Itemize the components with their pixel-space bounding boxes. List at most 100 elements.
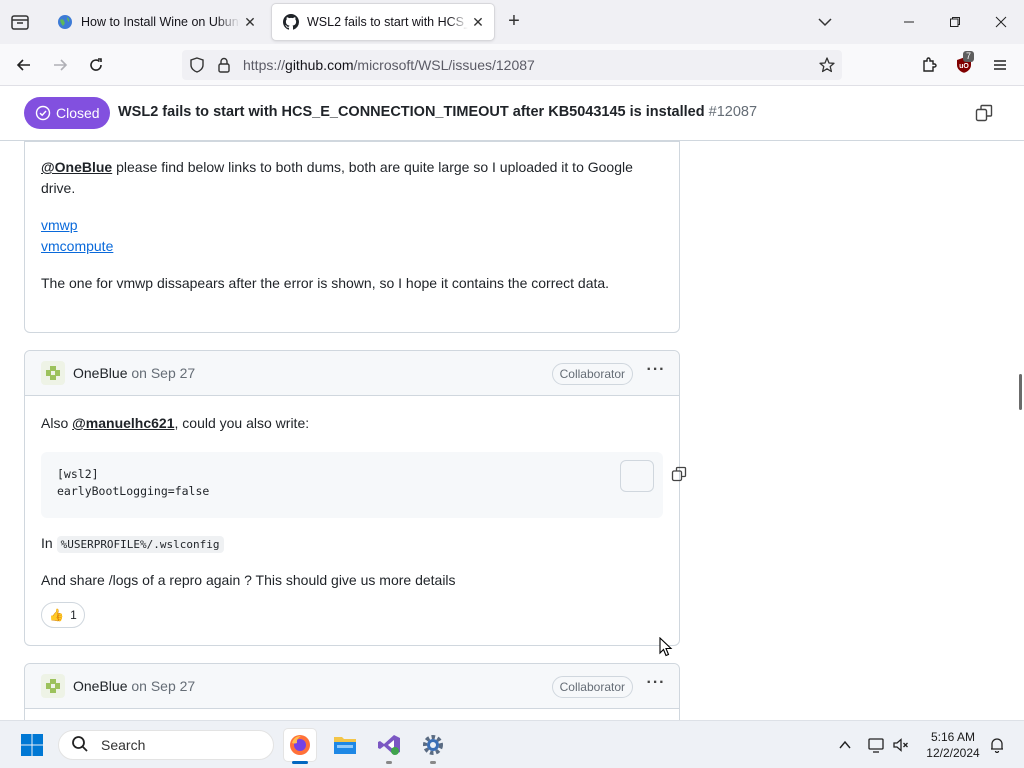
vmwp-link[interactable]: vmwp (41, 217, 78, 233)
notification-bell-icon[interactable] (987, 735, 1007, 755)
comment-card: OneBlue on Sep 27 Collaborator ··· (24, 663, 680, 720)
running-indicator (292, 761, 308, 764)
thumbs-up-icon: 👍 (49, 607, 65, 622)
globe-icon (57, 14, 73, 30)
url-path: /microsoft/WSL/issues/12087 (353, 57, 535, 73)
close-tab-icon[interactable]: ✕ (240, 12, 260, 32)
comment-text: , could you also write: (174, 415, 310, 431)
avatar[interactable] (41, 674, 65, 698)
windows-taskbar: Search 5:16 AM 12/2/2024 (0, 720, 1024, 768)
extension-badge-count: 7 (963, 51, 975, 62)
firefox-view-icon[interactable] (9, 12, 31, 32)
kebab-menu-icon[interactable]: ··· (646, 675, 666, 696)
comment-header: OneBlue on Sep 27 Collaborator ··· (25, 351, 679, 396)
copy-icon[interactable] (974, 103, 994, 123)
comment-author-line: OneBlue on Sep 27 (73, 365, 195, 381)
comment-body: @OneBlue please find below links to both… (41, 157, 661, 294)
browser-tab-strip: How to Install Wine on Ubuntu ✕ WSL2 fai… (0, 0, 1024, 44)
back-arrow-icon[interactable] (11, 52, 37, 78)
code-text: [wsl2] earlyBootLogging=false (57, 467, 210, 498)
comment-paragraph: The one for vmwp dissapears after the er… (41, 275, 610, 291)
running-indicator (386, 761, 392, 764)
reload-icon[interactable] (83, 52, 109, 78)
restore-icon[interactable] (941, 8, 969, 36)
avatar[interactable] (41, 361, 65, 385)
comment-timestamp[interactable]: on Sep 27 (131, 678, 195, 694)
address-bar[interactable]: https://github.com/microsoft/WSL/issues/… (182, 50, 842, 80)
chevron-up-icon[interactable] (835, 735, 855, 755)
issue-title-text: WSL2 fails to start with HCS_E_CONNECTIO… (118, 104, 705, 120)
user-mention-link[interactable]: @manuelhc621 (72, 415, 174, 431)
hamburger-menu-icon[interactable] (987, 52, 1013, 78)
taskbar-search-box[interactable]: Search (58, 730, 274, 760)
network-icon[interactable] (866, 735, 886, 755)
minimize-icon[interactable] (895, 8, 923, 36)
collaborator-badge: Collaborator (551, 676, 633, 698)
navigation-toolbar: https://github.com/microsoft/WSL/issues/… (0, 44, 1024, 86)
comment-author-line: OneBlue on Sep 27 (73, 678, 195, 694)
comment-header (25, 141, 679, 142)
comment-paragraph: In %USERPROFILE%/.wslconfig (41, 533, 224, 555)
windows-start-icon[interactable] (16, 729, 48, 761)
check-circle-icon (35, 105, 51, 121)
url-scheme: https:// (243, 57, 286, 73)
svg-text:uO: uO (959, 63, 969, 70)
comment-paragraph: And share /logs of a repro again ? This … (41, 572, 456, 588)
tab-title: How to Install Wine on Ubuntu (81, 15, 240, 29)
url-text[interactable]: https://github.com/microsoft/WSL/issues/… (243, 57, 535, 73)
comment-text: please find below links to both dums, bo… (41, 159, 633, 196)
tab-wsl2-issue[interactable]: WSL2 fails to start with HCS_E_CONNECTIO… (272, 4, 494, 40)
search-label: Search (101, 737, 146, 753)
settings-icon[interactable] (417, 729, 449, 764)
vmcompute-link[interactable]: vmcompute (41, 238, 113, 254)
comment-card: OneBlue on Sep 27 Collaborator ··· Also … (24, 350, 686, 646)
new-tab-button[interactable]: + (503, 11, 525, 33)
copy-code-button[interactable] (620, 460, 686, 492)
search-icon (71, 735, 89, 756)
user-mention-link[interactable]: @OneBlue (41, 159, 112, 175)
running-indicator (430, 761, 436, 764)
clock-date: 12/2/2024 (926, 746, 980, 760)
issue-title: WSL2 fails to start with HCS_E_CONNECTIO… (118, 104, 757, 120)
inline-code: %USERPROFILE%/.wslconfig (56, 536, 224, 553)
bookmark-star-icon[interactable] (818, 56, 836, 79)
extensions-puzzle-icon[interactable] (916, 52, 942, 78)
github-icon (283, 14, 299, 30)
page-scrollbar[interactable] (1019, 374, 1022, 410)
volume-muted-icon[interactable] (891, 735, 911, 755)
chevron-down-icon[interactable] (816, 13, 834, 31)
close-tab-icon[interactable]: ✕ (468, 12, 488, 32)
url-domain: github.com (285, 57, 354, 73)
issue-timeline: @OneBlue please find below links to both… (0, 141, 1024, 720)
issue-number: #12087 (708, 104, 758, 120)
reaction-count: 1 (70, 607, 77, 622)
comment-card: @OneBlue please find below links to both… (24, 141, 680, 333)
file-explorer-icon[interactable] (329, 729, 361, 761)
issue-state-label: Closed (56, 105, 100, 121)
firefox-icon[interactable] (284, 729, 316, 764)
close-window-icon[interactable] (987, 8, 1015, 36)
kebab-menu-icon[interactable]: ··· (646, 362, 666, 383)
forward-arrow-icon[interactable] (47, 52, 73, 78)
comment-header: OneBlue on Sep 27 Collaborator ··· (25, 664, 679, 709)
tab-how-to-install-wine[interactable]: How to Install Wine on Ubuntu ✕ (46, 4, 266, 40)
collaborator-badge: Collaborator (551, 363, 633, 385)
visual-studio-icon[interactable] (373, 729, 405, 764)
code-block: [wsl2] earlyBootLogging=false (41, 452, 686, 518)
author-link[interactable]: OneBlue (73, 678, 127, 694)
thumbs-up-reaction-button[interactable]: 👍 1 (41, 602, 85, 628)
comment-timestamp[interactable]: on Sep 27 (131, 365, 195, 381)
tab-title: WSL2 fails to start with HCS_E_CONNECTIO… (307, 15, 468, 29)
clock-time: 5:16 AM (930, 730, 976, 744)
lock-icon[interactable] (216, 56, 232, 79)
tracking-protection-shield-icon[interactable] (188, 56, 206, 79)
comment-links: vmwp vmcompute (41, 215, 661, 257)
comment-body: Also @manuelhc621, could you also write:… (25, 396, 686, 646)
mouse-cursor-icon (659, 636, 673, 662)
comment-text: Also (41, 415, 73, 431)
comment-text: In (41, 535, 57, 551)
comment-paragraph: Also @manuelhc621, could you also write: (41, 413, 309, 434)
author-link[interactable]: OneBlue (73, 365, 127, 381)
system-clock[interactable]: 5:16 AM 12/2/2024 (916, 729, 990, 761)
comment-paragraph: @OneBlue please find below links to both… (41, 157, 661, 199)
